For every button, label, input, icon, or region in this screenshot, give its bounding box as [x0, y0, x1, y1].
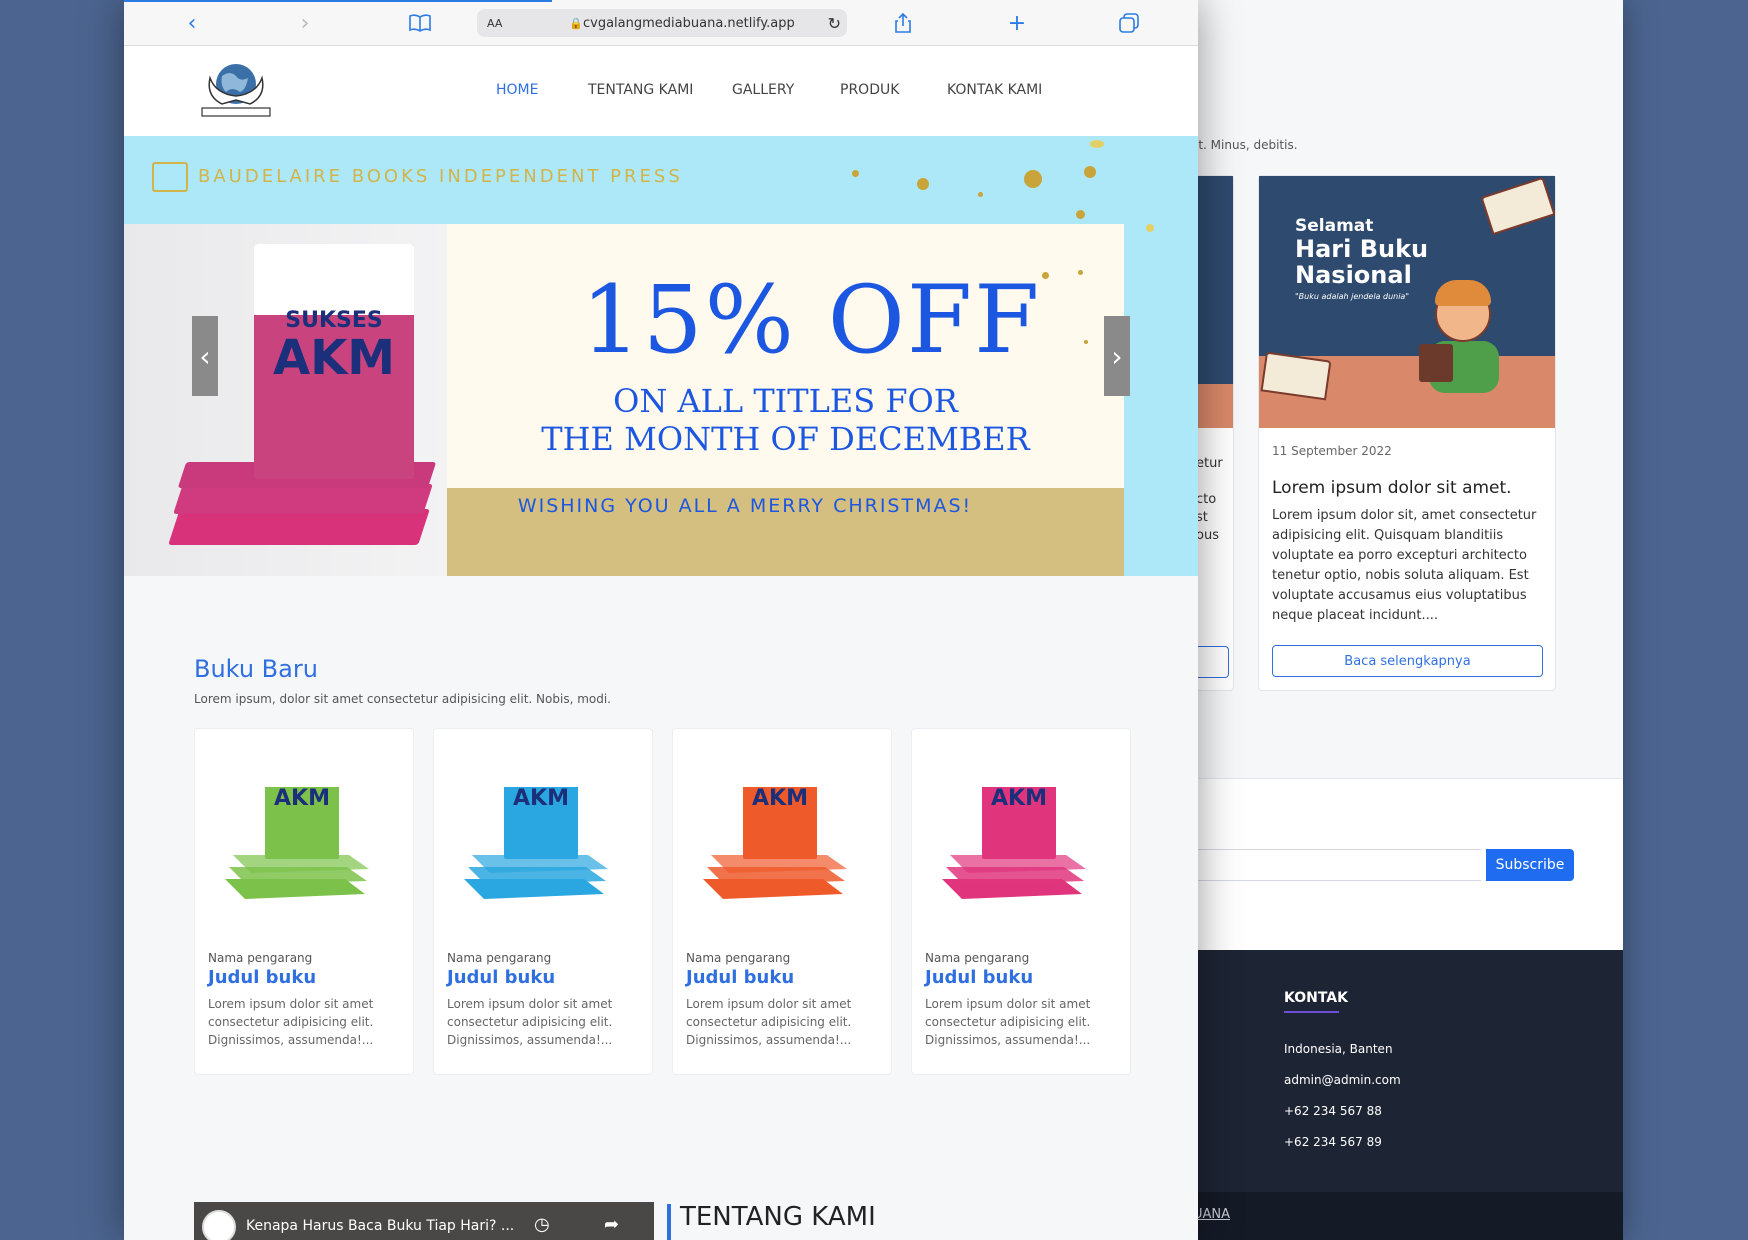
- newsletter-section: Subscribe: [1195, 778, 1623, 950]
- nav-kontak-kami[interactable]: KONTAK KAMI: [947, 82, 1042, 98]
- footer-contact-address: Indonesia, Banten: [1284, 1042, 1393, 1056]
- bookmarks-icon[interactable]: [407, 10, 433, 36]
- book-cover-image: AKM: [225, 759, 369, 899]
- footer-contact-phone[interactable]: +62 234 567 89: [1284, 1135, 1382, 1149]
- book-title[interactable]: Judul buku: [686, 967, 794, 988]
- section-lead-fragment: it. Minus, debitis.: [1195, 138, 1298, 152]
- article-date: 11 September 2022: [1272, 444, 1392, 458]
- page-load-progress: [124, 0, 552, 2]
- footer-brand-link[interactable]: UANA: [1195, 1207, 1230, 1222]
- book-card[interactable]: AKM Nama pengarang Judul buku Lorem ipsu…: [194, 728, 414, 1075]
- book-card[interactable]: AKM Nama pengarang Judul buku Lorem ipsu…: [911, 728, 1131, 1075]
- footer: KONTAK Indonesia, Banten admin@admin.com…: [1195, 950, 1623, 1240]
- promo-headline: 15% OFF: [581, 266, 1042, 375]
- promo-sub-line2: THE MONTH OF DECEMBER: [541, 420, 1030, 458]
- lock-icon: 🔒: [569, 16, 583, 30]
- carousel-next-button[interactable]: ›: [1104, 316, 1130, 396]
- footer-heading-underline: [1284, 1011, 1339, 1013]
- youtube-video-embed[interactable]: Kenapa Harus Baca Buku Tiap Hari? ... ◷ …: [194, 1202, 654, 1240]
- reload-icon[interactable]: ↻: [828, 14, 841, 33]
- promo-sub-line1: ON ALL TITLES FOR: [613, 382, 958, 420]
- article-image-line2: Hari Buku Nasional: [1295, 235, 1429, 289]
- article-image-quote: "Buku adalah jendela dunia": [1295, 292, 1410, 301]
- book-cover-image: AKM: [703, 759, 847, 899]
- watch-later-icon[interactable]: ◷: [534, 1214, 550, 1235]
- hero-book-title: AKM: [272, 330, 396, 386]
- book-card[interactable]: AKM Nama pengarang Judul buku Lorem ipsu…: [672, 728, 892, 1075]
- book-cover-image: AKM: [464, 759, 608, 899]
- nav-gallery[interactable]: GALLERY: [732, 82, 794, 98]
- book-description: Lorem ipsum dolor sit amet consectetur a…: [208, 997, 374, 1047]
- read-more-button-partial[interactable]: [1196, 646, 1229, 678]
- forward-icon[interactable]: ›: [292, 10, 318, 36]
- read-more-button[interactable]: Baca selengkapnya: [1272, 645, 1543, 677]
- article-card-partial: etur cto st ous: [1195, 175, 1234, 691]
- book-author: Nama pengarang: [686, 951, 791, 965]
- site-navbar: HOME TENTANG KAMI GALLERY PRODUK KONTAK …: [124, 46, 1198, 136]
- footer-contact-phone[interactable]: +62 234 567 88: [1284, 1104, 1382, 1118]
- section-subtitle: Lorem ipsum, dolor sit amet consectetur …: [194, 692, 611, 706]
- footer-heading-kontak: KONTAK: [1284, 990, 1348, 1006]
- section-heading: Buku Baru: [194, 655, 318, 683]
- book-description: Lorem ipsum dolor sit amet consectetur a…: [686, 997, 852, 1047]
- channel-avatar[interactable]: [202, 1210, 236, 1240]
- share-arrow-icon[interactable]: ➦: [604, 1214, 619, 1235]
- reader-text-size-button[interactable]: AA: [487, 17, 502, 30]
- nav-tentang-kami[interactable]: TENTANG KAMI: [588, 82, 693, 98]
- book-description: Lorem ipsum dolor sit amet consectetur a…: [447, 997, 613, 1047]
- book-logo-icon: [152, 162, 188, 192]
- site-logo[interactable]: [196, 56, 276, 124]
- book-card[interactable]: AKM Nama pengarang Judul buku Lorem ipsu…: [433, 728, 653, 1075]
- article-image: [1195, 176, 1233, 428]
- url-text: cvgalangmediabuana.netlify.app: [583, 15, 795, 31]
- book-author: Nama pengarang: [208, 951, 313, 965]
- share-icon[interactable]: [890, 10, 916, 36]
- svg-text:AKM: AKM: [513, 786, 569, 811]
- article-image: Selamat Hari Buku Nasional "Buku adalah …: [1259, 176, 1555, 428]
- carousel-prev-button[interactable]: ‹: [192, 316, 218, 396]
- article-text-fragment: etur: [1196, 456, 1223, 471]
- nav-produk[interactable]: PRODUK: [840, 82, 899, 98]
- svg-text:AKM: AKM: [991, 786, 1047, 811]
- video-title[interactable]: Kenapa Harus Baca Buku Tiap Hari? ...: [246, 1218, 514, 1234]
- hero-carousel: BAUDELAIRE BOOKS INDEPENDENT PRESS SUKSE…: [124, 136, 1198, 576]
- svg-text:AKM: AKM: [274, 786, 330, 811]
- back-icon[interactable]: ‹: [179, 10, 205, 36]
- new-tab-icon[interactable]: +: [1004, 10, 1030, 36]
- article-card: Selamat Hari Buku Nasional "Buku adalah …: [1258, 175, 1556, 691]
- browser-window: ‹ › AA 🔒 cvgalangmediabuana.netlify.app …: [124, 0, 1198, 1240]
- book-title[interactable]: Judul buku: [925, 967, 1033, 988]
- article-text-fragment: cto: [1196, 492, 1217, 507]
- article-text-fragment: ous: [1196, 528, 1219, 543]
- book-author: Nama pengarang: [447, 951, 552, 965]
- tabs-icon[interactable]: [1116, 10, 1142, 36]
- book-author: Nama pengarang: [925, 951, 1030, 965]
- svg-text:AKM: AKM: [752, 786, 808, 811]
- article-excerpt: Lorem ipsum dolor sit, amet consectetur …: [1272, 508, 1537, 623]
- footer-contact-email[interactable]: admin@admin.com: [1284, 1073, 1401, 1087]
- book-title[interactable]: Judul buku: [208, 967, 316, 988]
- footer-bottom-bar: UANA: [1195, 1192, 1623, 1240]
- open-book-illustration: [1480, 176, 1555, 236]
- book-title[interactable]: Judul buku: [447, 967, 555, 988]
- browser-toolbar: ‹ › AA 🔒 cvgalangmediabuana.netlify.app …: [124, 0, 1198, 46]
- newsletter-email-input[interactable]: [1195, 849, 1481, 881]
- nav-home[interactable]: HOME: [496, 82, 538, 98]
- tentang-kami-heading: TENTANG KAMI: [680, 1202, 876, 1232]
- book-description: Lorem ipsum dolor sit amet consectetur a…: [925, 997, 1091, 1047]
- hero-brand: BAUDELAIRE BOOKS INDEPENDENT PRESS: [198, 166, 683, 187]
- promo-greeting: WISHING YOU ALL A MERRY CHRISTMAS!: [517, 495, 973, 517]
- article-title: Lorem ipsum dolor sit amet.: [1272, 478, 1512, 498]
- section-accent-bar: [667, 1204, 671, 1240]
- book-cover-image: AKM: [942, 759, 1086, 899]
- article-image-line1: Selamat: [1295, 216, 1374, 236]
- background-page: it. Minus, debitis. etur cto st ous Sela…: [1195, 0, 1623, 1240]
- subscribe-button[interactable]: Subscribe: [1486, 849, 1574, 881]
- address-bar[interactable]: AA 🔒 cvgalangmediabuana.netlify.app ↻: [477, 9, 847, 37]
- hero-book-photo: SUKSES AKM: [124, 224, 447, 576]
